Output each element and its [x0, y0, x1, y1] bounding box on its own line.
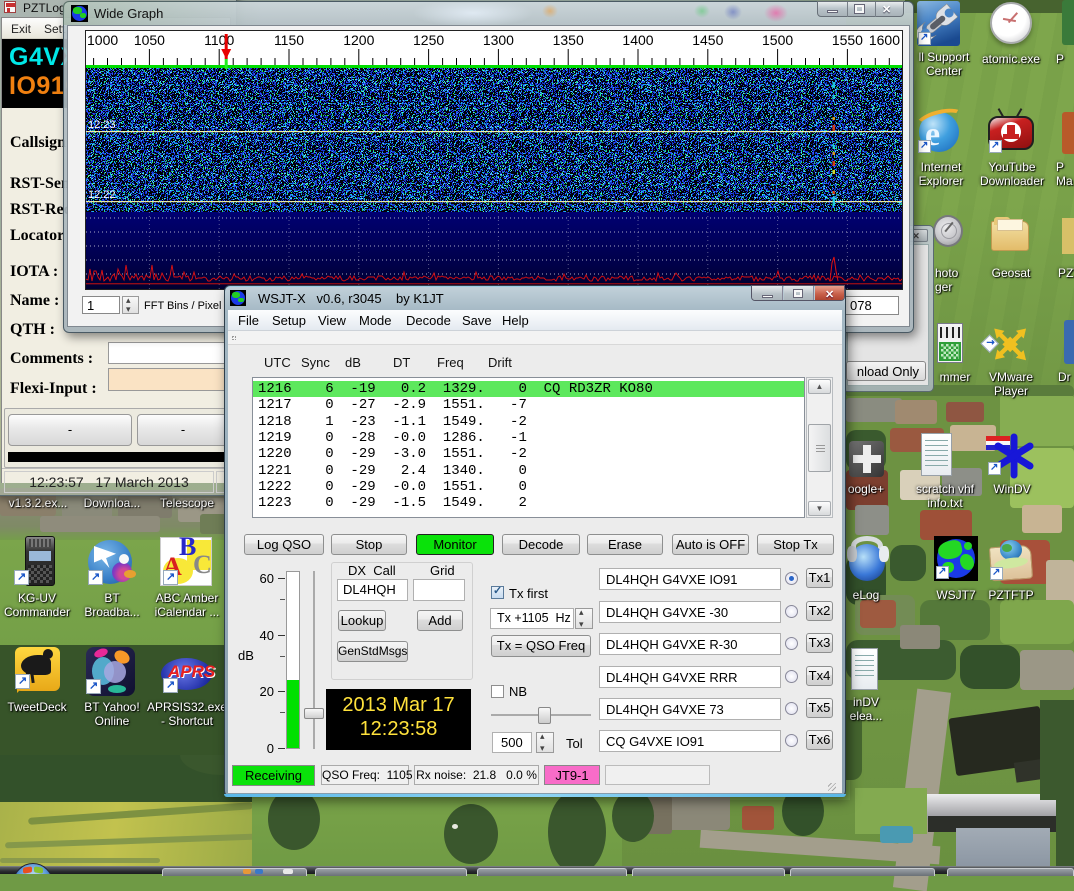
- svg-text:1200: 1200: [343, 32, 374, 48]
- svg-text:1550: 1550: [832, 32, 863, 48]
- svg-text:1400: 1400: [622, 32, 653, 48]
- svg-text:1500: 1500: [762, 32, 793, 48]
- svg-text:1000: 1000: [87, 32, 118, 48]
- svg-text:12:23: 12:23: [88, 119, 116, 131]
- svg-text:1300: 1300: [483, 32, 514, 48]
- svg-text:12:22: 12:22: [88, 189, 116, 201]
- svg-text:1050: 1050: [134, 32, 165, 48]
- svg-text:1150: 1150: [274, 32, 304, 48]
- svg-text:1100: 1100: [204, 32, 234, 48]
- svg-text:1600: 1600: [869, 32, 900, 48]
- svg-text:1450: 1450: [692, 32, 723, 48]
- svg-text:1350: 1350: [553, 32, 584, 48]
- svg-text:1250: 1250: [413, 32, 444, 48]
